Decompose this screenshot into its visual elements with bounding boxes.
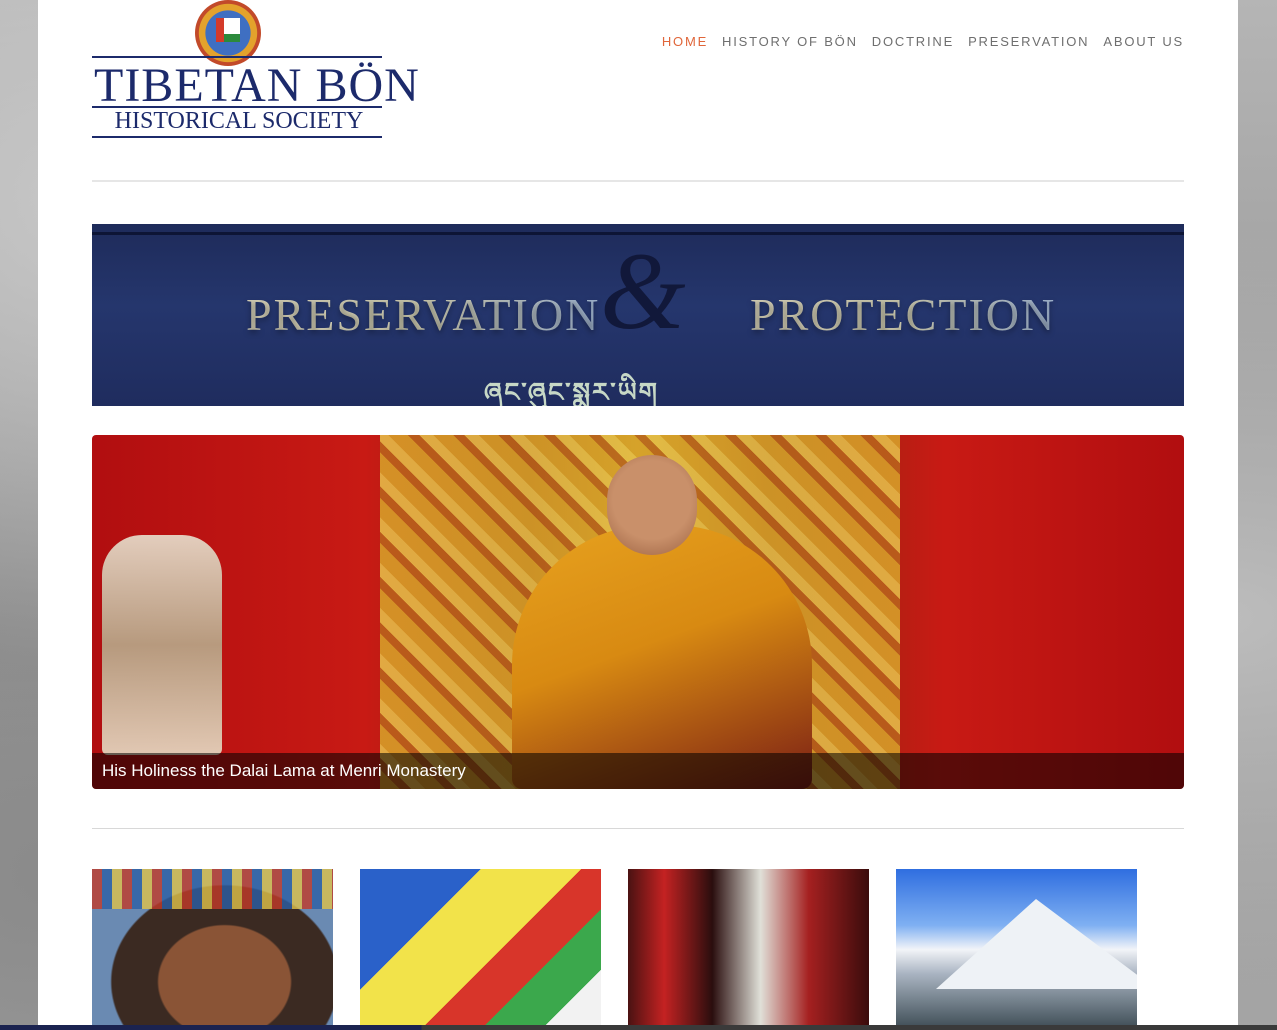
bottom-strip <box>0 1025 1277 1030</box>
thumbnail-portrait[interactable] <box>92 869 333 1030</box>
nav-item-home[interactable]: HOME <box>662 34 708 50</box>
nav-item-preservation[interactable]: PRESERVATION <box>968 34 1089 50</box>
nav-item-history-of-bon[interactable]: HISTORY OF BÖN <box>722 34 858 50</box>
logo-rule-top <box>92 56 382 58</box>
hero-banner: PRESERVATION & PROTECTION ཞང་ཞུང་སྨར་ཡིག <box>92 224 1184 406</box>
slide-figure-head <box>607 455 697 555</box>
thumbnail-prayer-flags[interactable] <box>360 869 601 1030</box>
site-header: TIBETAN BÖN HISTORICAL SOCIETY HOME HIST… <box>92 0 1184 182</box>
thumbnail-mountain[interactable] <box>896 869 1137 1030</box>
logo-subtitle: HISTORICAL SOCIETY <box>114 108 364 134</box>
image-slider[interactable]: His Holiness the Dalai Lama at Menri Mon… <box>92 435 1184 789</box>
nav-item-doctrine[interactable]: DOCTRINE <box>872 34 954 50</box>
banner-left-text: PRESERVATION <box>246 289 601 340</box>
slide-caption-text: His Holiness the Dalai Lama at Menri Mon… <box>102 761 466 780</box>
logo-title: TIBETAN BÖN <box>94 59 420 112</box>
logo-rule-bottom <box>92 136 382 138</box>
banner-script-text: ཞང་ཞུང་སྨར་ཡིག <box>484 378 659 406</box>
thumbnail-temple-interior[interactable] <box>628 869 869 1030</box>
thumbnail-row <box>92 869 1184 1030</box>
section-divider <box>92 828 1184 829</box>
page-container: TIBETAN BÖN HISTORICAL SOCIETY HOME HIST… <box>38 0 1238 1030</box>
site-logo[interactable]: TIBETAN BÖN HISTORICAL SOCIETY <box>92 0 420 142</box>
slide-caption-bar: His Holiness the Dalai Lama at Menri Mon… <box>92 753 1184 789</box>
nav-item-about-us[interactable]: ABOUT US <box>1103 34 1184 50</box>
banner-ampersand: & <box>600 230 686 352</box>
header-divider <box>92 180 1184 182</box>
main-nav: HOME HISTORY OF BÖN DOCTRINE PRESERVATIO… <box>662 34 1184 50</box>
slide-figure-robe <box>512 525 812 789</box>
slide-stupa-shape <box>102 535 222 755</box>
banner-right-text: PROTECTION <box>750 289 1057 340</box>
